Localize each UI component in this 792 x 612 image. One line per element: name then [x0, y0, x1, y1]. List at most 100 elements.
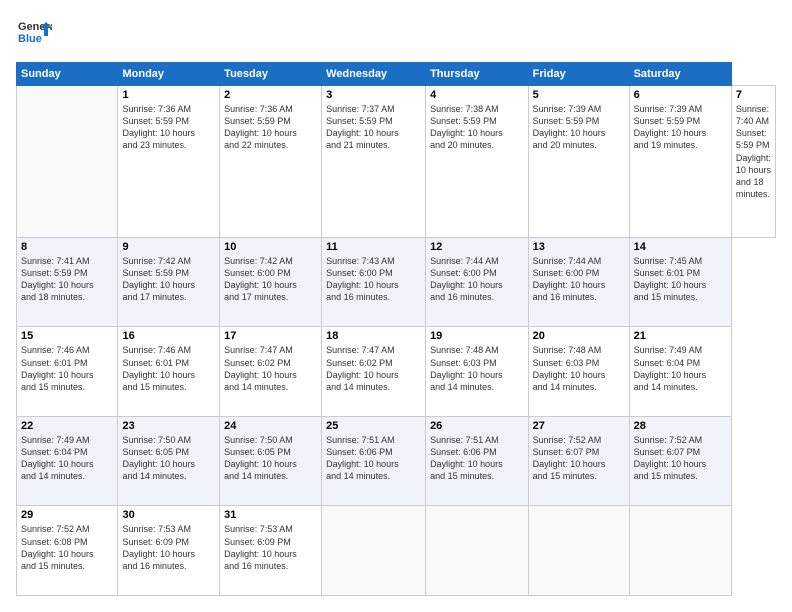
day-number: 9 — [122, 241, 215, 253]
day-number: 29 — [21, 509, 113, 521]
day-cell-12: 12 Sunrise: 7:44 AMSunset: 6:00 PMDayligh… — [426, 237, 529, 327]
day-info: Sunrise: 7:44 AMSunset: 6:00 PMDaylight:… — [533, 256, 606, 302]
day-number: 16 — [122, 330, 215, 342]
day-cell-1: 1 Sunrise: 7:36 AMSunset: 5:59 PMDaylight… — [118, 86, 220, 238]
empty-cell — [426, 506, 529, 596]
day-cell-16: 16 Sunrise: 7:46 AMSunset: 6:01 PMDayligh… — [118, 327, 220, 417]
header: General Blue — [16, 16, 776, 52]
day-number: 23 — [122, 420, 215, 432]
calendar-table: SundayMondayTuesdayWednesdayThursdayFrid… — [16, 62, 776, 596]
day-info: Sunrise: 7:53 AMSunset: 6:09 PMDaylight:… — [224, 524, 297, 570]
week-row-3: 15 Sunrise: 7:46 AMSunset: 6:01 PMDayligh… — [17, 327, 776, 417]
day-cell-27: 27Sunrise: 7:52 AMSunset: 6:07 PMDayligh… — [528, 416, 629, 506]
calendar-body: 1 Sunrise: 7:36 AMSunset: 5:59 PMDaylight… — [17, 86, 776, 596]
day-info: Sunrise: 7:50 AMSunset: 6:05 PMDaylight:… — [122, 435, 195, 481]
header-monday: Monday — [118, 63, 220, 86]
day-info: Sunrise: 7:36 AMSunset: 5:59 PMDaylight:… — [224, 104, 297, 150]
day-number: 8 — [21, 241, 113, 253]
empty-cell — [322, 506, 426, 596]
svg-text:Blue: Blue — [18, 33, 42, 45]
day-number: 22 — [21, 420, 113, 432]
empty-cell — [17, 86, 118, 238]
empty-cell — [629, 506, 731, 596]
day-cell-22: 22 Sunrise: 7:49 AMSunset: 6:04 PMDayligh… — [17, 416, 118, 506]
empty-cell — [528, 506, 629, 596]
day-info: Sunrise: 7:48 AMSunset: 6:03 PMDaylight:… — [533, 345, 606, 391]
day-cell-5: 5 Sunrise: 7:39 AMSunset: 5:59 PMDaylight… — [528, 86, 629, 238]
day-cell-6: 6 Sunrise: 7:39 AMSunset: 5:59 PMDaylight… — [629, 86, 731, 238]
day-cell-11: 11Sunrise: 7:43 AMSunset: 6:00 PMDayligh… — [322, 237, 426, 327]
day-number: 18 — [326, 330, 421, 342]
day-info: Sunrise: 7:51 AMSunset: 6:06 PMDaylight:… — [430, 435, 503, 481]
header-wednesday: Wednesday — [322, 63, 426, 86]
day-info: Sunrise: 7:47 AMSunset: 6:02 PMDaylight:… — [326, 345, 399, 391]
day-cell-7: 7Sunrise: 7:40 AMSunset: 5:59 PMDaylight… — [731, 86, 775, 238]
day-cell-3: 3 Sunrise: 7:37 AMSunset: 5:59 PMDaylight… — [322, 86, 426, 238]
day-number: 28 — [634, 420, 727, 432]
day-info: Sunrise: 7:39 AMSunset: 5:59 PMDaylight:… — [634, 104, 707, 150]
day-cell-2: 2 Sunrise: 7:36 AMSunset: 5:59 PMDaylight… — [220, 86, 322, 238]
day-info: Sunrise: 7:50 AMSunset: 6:05 PMDaylight:… — [224, 435, 297, 481]
day-number: 30 — [122, 509, 215, 521]
day-number: 2 — [224, 89, 317, 101]
day-number: 31 — [224, 509, 317, 521]
day-info: Sunrise: 7:42 AMSunset: 5:59 PMDaylight:… — [122, 256, 195, 302]
day-cell-28: 28Sunrise: 7:52 AMSunset: 6:07 PMDayligh… — [629, 416, 731, 506]
day-cell-29: 29 Sunrise: 7:52 AMSunset: 6:08 PMDayligh… — [17, 506, 118, 596]
day-number: 17 — [224, 330, 317, 342]
day-info: Sunrise: 7:53 AMSunset: 6:09 PMDaylight:… — [122, 524, 195, 570]
day-number: 12 — [430, 241, 524, 253]
day-info: Sunrise: 7:42 AMSunset: 6:00 PMDaylight:… — [224, 256, 297, 302]
day-info: Sunrise: 7:45 AMSunset: 6:01 PMDaylight:… — [634, 256, 707, 302]
day-number: 6 — [634, 89, 727, 101]
day-cell-24: 24 Sunrise: 7:50 AMSunset: 6:05 PMDayligh… — [220, 416, 322, 506]
day-cell-19: 19 Sunrise: 7:48 AMSunset: 6:03 PMDayligh… — [426, 327, 529, 417]
day-number: 20 — [533, 330, 625, 342]
day-info: Sunrise: 7:37 AMSunset: 5:59 PMDaylight:… — [326, 104, 399, 150]
day-info: Sunrise: 7:46 AMSunset: 6:01 PMDaylight:… — [21, 345, 94, 391]
day-number: 15 — [21, 330, 113, 342]
day-number: 4 — [430, 89, 524, 101]
day-info: Sunrise: 7:51 AMSunset: 6:06 PMDaylight:… — [326, 435, 399, 481]
day-info: Sunrise: 7:48 AMSunset: 6:03 PMDaylight:… — [430, 345, 503, 391]
day-cell-23: 23 Sunrise: 7:50 AMSunset: 6:05 PMDayligh… — [118, 416, 220, 506]
day-number: 5 — [533, 89, 625, 101]
day-cell-20: 20 Sunrise: 7:48 AMSunset: 6:03 PMDayligh… — [528, 327, 629, 417]
day-cell-21: 21 Sunrise: 7:49 AMSunset: 6:04 PMDayligh… — [629, 327, 731, 417]
logo: General Blue — [16, 16, 52, 52]
day-info: Sunrise: 7:52 AMSunset: 6:08 PMDaylight:… — [21, 524, 94, 570]
day-number: 1 — [122, 89, 215, 101]
day-cell-15: 15 Sunrise: 7:46 AMSunset: 6:01 PMDayligh… — [17, 327, 118, 417]
day-cell-18: 18 Sunrise: 7:47 AMSunset: 6:02 PMDayligh… — [322, 327, 426, 417]
day-cell-14: 14 Sunrise: 7:45 AMSunset: 6:01 PMDayligh… — [629, 237, 731, 327]
header-friday: Friday — [528, 63, 629, 86]
day-cell-26: 26 Sunrise: 7:51 AMSunset: 6:06 PMDayligh… — [426, 416, 529, 506]
day-info: Sunrise: 7:44 AMSunset: 6:00 PMDaylight:… — [430, 256, 503, 302]
day-info: Sunrise: 7:49 AMSunset: 6:04 PMDaylight:… — [21, 435, 94, 481]
day-cell-25: 25 Sunrise: 7:51 AMSunset: 6:06 PMDayligh… — [322, 416, 426, 506]
day-number: 19 — [430, 330, 524, 342]
day-cell-10: 10Sunrise: 7:42 AMSunset: 6:00 PMDayligh… — [220, 237, 322, 327]
day-number: 24 — [224, 420, 317, 432]
day-cell-30: 30 Sunrise: 7:53 AMSunset: 6:09 PMDayligh… — [118, 506, 220, 596]
day-info: Sunrise: 7:41 AMSunset: 5:59 PMDaylight:… — [21, 256, 94, 302]
day-number: 14 — [634, 241, 727, 253]
day-number: 21 — [634, 330, 727, 342]
day-info: Sunrise: 7:40 AMSunset: 5:59 PMDaylight:… — [736, 104, 771, 199]
day-number: 25 — [326, 420, 421, 432]
day-info: Sunrise: 7:47 AMSunset: 6:02 PMDaylight:… — [224, 345, 297, 391]
day-info: Sunrise: 7:36 AMSunset: 5:59 PMDaylight:… — [122, 104, 195, 150]
day-info: Sunrise: 7:39 AMSunset: 5:59 PMDaylight:… — [533, 104, 606, 150]
header-sunday: Sunday — [17, 63, 118, 86]
day-cell-17: 17 Sunrise: 7:47 AMSunset: 6:02 PMDayligh… — [220, 327, 322, 417]
day-info: Sunrise: 7:43 AMSunset: 6:00 PMDaylight:… — [326, 256, 399, 302]
day-cell-31: 31 Sunrise: 7:53 AMSunset: 6:09 PMDayligh… — [220, 506, 322, 596]
day-info: Sunrise: 7:49 AMSunset: 6:04 PMDaylight:… — [634, 345, 707, 391]
day-cell-9: 9 Sunrise: 7:42 AMSunset: 5:59 PMDaylight… — [118, 237, 220, 327]
day-info: Sunrise: 7:46 AMSunset: 6:01 PMDaylight:… — [122, 345, 195, 391]
week-row-1: 1 Sunrise: 7:36 AMSunset: 5:59 PMDaylight… — [17, 86, 776, 238]
day-cell-8: 8 Sunrise: 7:41 AMSunset: 5:59 PMDaylight… — [17, 237, 118, 327]
day-number: 3 — [326, 89, 421, 101]
day-number: 26 — [430, 420, 524, 432]
day-number: 13 — [533, 241, 625, 253]
